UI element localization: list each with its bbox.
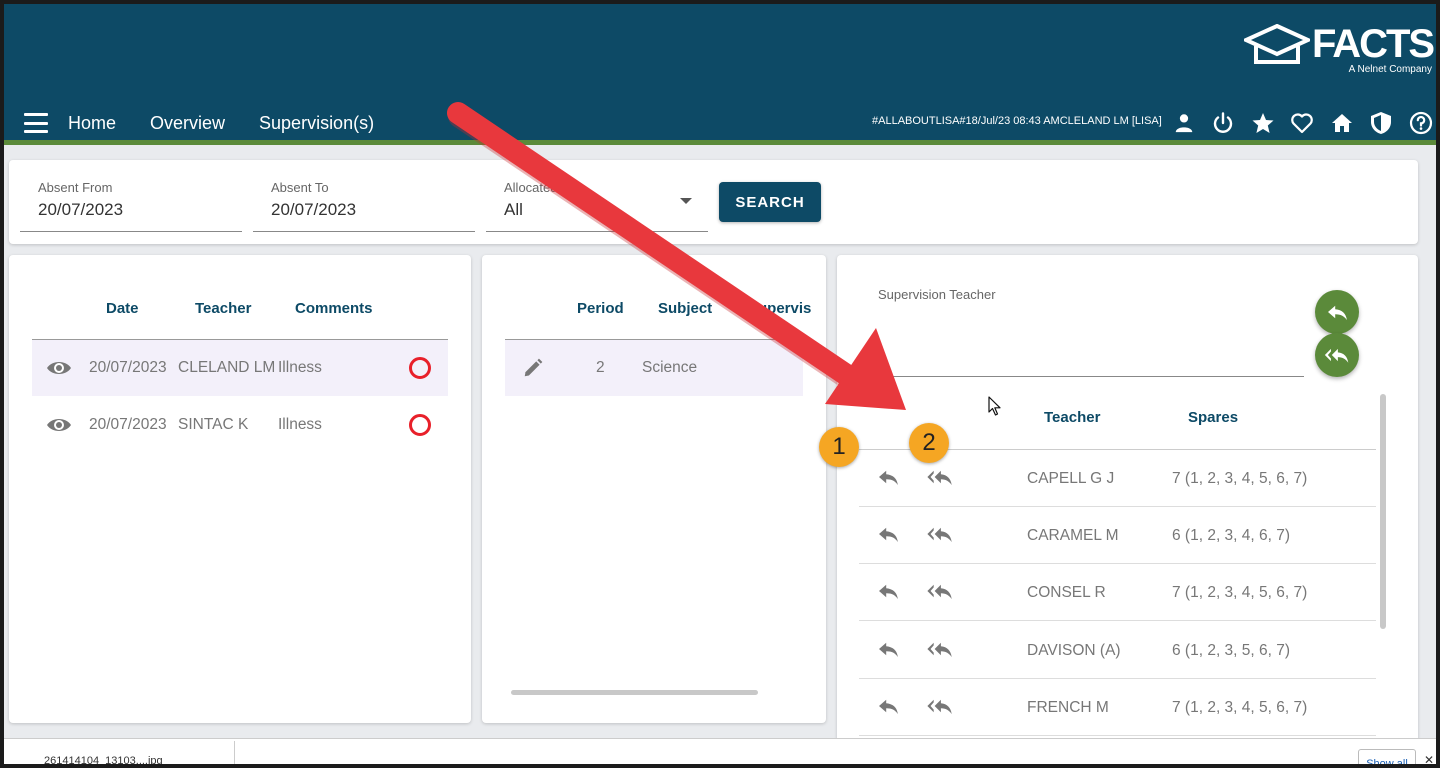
reply-all-icon [1324,348,1349,363]
reply-all-icon[interactable] [926,582,954,605]
absence-comment: Illness [278,416,322,433]
home-icon[interactable] [1322,108,1362,138]
status-ring-icon [409,357,431,379]
supervision-spares: 7 (1, 2, 3, 4, 5, 6, 7) [1172,698,1308,716]
downloads-divider [234,741,235,767]
brand-name: FACTS [1312,22,1435,66]
supervision-row[interactable]: FRENCH M 7 (1, 2, 3, 4, 5, 6, 7) [859,679,1376,736]
col-supervision[interactable]: Supervis [748,300,811,317]
absent-to-field[interactable]: Absent To 20/07/2023 [253,160,475,232]
close-icon[interactable]: ✕ [1424,753,1434,767]
show-all-button[interactable]: Show all [1358,749,1416,768]
brand-subtitle: A Nelnet Company [1348,64,1432,75]
supervision-spares: 6 (1, 2, 3, 4, 6, 7) [1172,527,1291,545]
downloads-bar: 261414104_13103....jpg Show all ✕ [4,738,1436,768]
col-spares[interactable]: Spares [1188,409,1238,426]
supervision-row[interactable]: CONSEL R 7 (1, 2, 3, 4, 5, 6, 7) [859,564,1376,622]
reply-all-icon[interactable] [926,468,954,491]
supervision-teacher: CARAMEL M [1027,527,1119,545]
status-ring-icon [409,414,431,436]
absent-from-label: Absent From [38,180,113,195]
nav-overview[interactable]: Overview [150,113,225,134]
session-info: #ALLABOUTLISA#18/Jul/23 08:43 AMCLELAND … [872,115,1162,127]
assign-all-button[interactable] [1315,333,1359,377]
nav-home[interactable]: Home [68,113,116,134]
absences-panel: Date Teacher Comments 20/07/2023 CLELAND… [9,255,471,723]
shield-icon[interactable] [1362,108,1402,138]
supervision-teacher: CONSEL R [1027,584,1106,602]
heart-icon[interactable] [1283,108,1323,138]
reply-all-icon[interactable] [926,640,954,663]
logo-cap-icon [1244,24,1310,64]
col-period[interactable]: Period [577,300,624,317]
reply-icon [1328,305,1347,321]
mouse-cursor-icon [988,396,1001,416]
supervision-spares: 7 (1, 2, 3, 4, 5, 6, 7) [1172,470,1308,487]
download-item[interactable]: 261414104_13103....jpg [44,755,163,767]
search-button[interactable]: SEARCH [719,182,821,222]
reply-icon[interactable] [877,525,899,548]
supervision-row[interactable]: DAVISON (A) 6 (1, 2, 3, 5, 6, 7) [859,622,1376,679]
assign-button[interactable] [1315,290,1359,334]
absence-row[interactable]: 20/07/2023 SINTAC K Illness [32,397,448,453]
reply-all-icon[interactable] [926,525,954,548]
main-nav: Home Overview Supervision(s) [24,108,408,138]
nav-supervisions[interactable]: Supervision(s) [259,113,374,134]
user-icon[interactable] [1164,108,1204,138]
col-subject[interactable]: Subject [658,300,712,317]
supervision-teacher: CAPELL G J [1027,470,1115,487]
eye-icon[interactable] [46,359,72,377]
app-header: FACTS A Nelnet Company Home Overview Sup… [0,0,1440,140]
supervision-teacher-label: Supervision Teacher [878,287,996,302]
eye-icon[interactable] [46,416,72,434]
period-row[interactable]: 2 Science [505,340,803,396]
step-badge-1: 1 [819,427,859,467]
col-sup-teacher[interactable]: Teacher [1044,409,1100,426]
pencil-icon[interactable] [522,357,544,379]
reply-icon[interactable] [877,640,899,663]
chevron-down-icon[interactable] [680,198,692,204]
reply-icon[interactable] [877,697,899,720]
supervision-spares: 7 (1, 2, 3, 4, 5, 6, 7) [1172,584,1308,602]
absent-to-value: 20/07/2023 [271,200,357,219]
step-badge-2: 2 [909,423,949,463]
periods-panel: Period Subject Supervis 2 Science [482,255,826,723]
absence-date: 20/07/2023 [89,359,167,376]
header-icons [1164,108,1440,138]
supervision-teacher: FRENCH M [1027,698,1109,716]
help-icon[interactable] [1401,108,1440,138]
period-subject: Science [642,359,698,376]
supervision-panel: Supervision Teacher Teacher Spares CAPEL… [837,255,1418,745]
col-date[interactable]: Date [106,300,139,317]
star-icon[interactable] [1243,108,1283,138]
col-teacher[interactable]: Teacher [195,300,251,317]
supervision-spares: 6 (1, 2, 3, 5, 6, 7) [1172,641,1291,659]
filter-card: Absent From 20/07/2023 Absent To 20/07/2… [9,160,1418,244]
facts-logo: FACTS A Nelnet Company [1244,20,1435,82]
supervision-teacher: DAVISON (A) [1027,641,1121,659]
absence-teacher: SINTAC K [178,416,249,433]
supervision-teacher-input[interactable] [878,376,1304,377]
absent-to-label: Absent To [271,180,329,195]
absent-from-field[interactable]: Absent From 20/07/2023 [20,160,242,232]
allocated-select[interactable]: Allocated All [486,160,708,232]
menu-icon[interactable] [24,113,48,133]
allocated-label: Allocated [504,180,558,195]
reply-icon[interactable] [877,582,899,605]
reply-all-icon[interactable] [926,697,954,720]
horizontal-scrollbar[interactable] [511,690,758,695]
absent-from-value: 20/07/2023 [38,200,124,219]
absence-date: 20/07/2023 [89,416,167,433]
power-icon[interactable] [1204,108,1244,138]
reply-icon[interactable] [877,468,899,491]
absence-teacher: CLELAND LM [178,359,276,376]
header-accent-bar [0,140,1440,145]
vertical-scrollbar[interactable] [1380,394,1386,629]
absence-row[interactable]: 20/07/2023 CLELAND LM Illness [32,340,448,396]
absence-comment: Illness [278,359,322,376]
allocated-value: All [504,200,523,219]
period-number: 2 [596,359,605,376]
col-comments[interactable]: Comments [295,300,373,317]
supervision-row[interactable]: CARAMEL M 6 (1, 2, 3, 4, 6, 7) [859,507,1376,565]
